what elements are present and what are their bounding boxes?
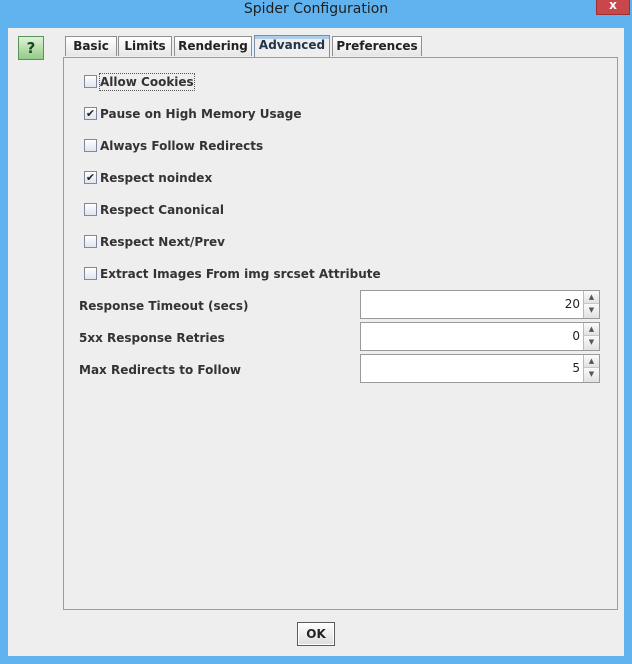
option-label: Respect noindex bbox=[100, 171, 213, 185]
spinner-down-arrow-icon[interactable]: ▼ bbox=[583, 304, 599, 318]
option-label: Always Follow Redirects bbox=[100, 139, 264, 153]
help-icon[interactable]: ? bbox=[18, 36, 44, 60]
tab-basic[interactable]: Basic bbox=[65, 36, 117, 56]
response-timeout-input[interactable]: 20 bbox=[361, 291, 582, 318]
response-timeout-spinner[interactable]: 20 ▲ ▼ bbox=[360, 290, 600, 319]
checkbox[interactable] bbox=[84, 235, 97, 248]
checkbox[interactable] bbox=[84, 203, 97, 216]
option-label: Respect Canonical bbox=[100, 203, 224, 217]
max-redirects-input[interactable]: 5 bbox=[361, 355, 582, 382]
spinner-down-arrow-icon[interactable]: ▼ bbox=[583, 368, 599, 382]
checkbox[interactable] bbox=[84, 139, 97, 152]
spider-configuration-window: Spider Configuration x ? Basic Limits Re… bbox=[0, 0, 632, 664]
option-label: Respect Next/Prev bbox=[100, 235, 225, 249]
5xx-retries-label: 5xx Response Retries bbox=[79, 331, 225, 345]
spinner-up-arrow-icon[interactable]: ▲ bbox=[583, 291, 599, 304]
close-button[interactable]: x bbox=[596, 0, 630, 15]
tab-advanced[interactable]: Advanced bbox=[254, 35, 330, 57]
ok-button[interactable]: OK bbox=[297, 622, 335, 646]
tab-rendering[interactable]: Rendering bbox=[174, 36, 252, 56]
max-redirects-spinner[interactable]: 5 ▲ ▼ bbox=[360, 354, 600, 383]
spinner-up-arrow-icon[interactable]: ▲ bbox=[583, 323, 599, 336]
spinner-up-arrow-icon[interactable]: ▲ bbox=[583, 355, 599, 368]
spinner-down-arrow-icon[interactable]: ▼ bbox=[583, 336, 599, 350]
response-timeout-label: Response Timeout (secs) bbox=[79, 299, 249, 313]
checkbox-checked-icon[interactable]: ✔ bbox=[84, 107, 97, 120]
tab-limits[interactable]: Limits bbox=[118, 36, 172, 56]
advanced-panel: Allow Cookies ✔ Pause on High Memory Usa… bbox=[63, 57, 618, 610]
checkbox[interactable] bbox=[84, 75, 97, 88]
checkbox[interactable] bbox=[84, 267, 97, 280]
option-label: Pause on High Memory Usage bbox=[100, 107, 302, 121]
window-title: Spider Configuration bbox=[243, 1, 389, 17]
tab-preferences[interactable]: Preferences bbox=[332, 36, 422, 56]
option-label: Extract Images From img srcset Attribute bbox=[100, 267, 381, 281]
5xx-retries-spinner[interactable]: 0 ▲ ▼ bbox=[360, 322, 600, 351]
option-label: Allow Cookies bbox=[99, 73, 195, 91]
max-redirects-label: Max Redirects to Follow bbox=[79, 363, 241, 377]
5xx-retries-input[interactable]: 0 bbox=[361, 323, 582, 350]
checkbox-checked-icon[interactable]: ✔ bbox=[84, 171, 97, 184]
dialog-body: ? Basic Limits Rendering Advanced Prefer… bbox=[8, 28, 624, 656]
